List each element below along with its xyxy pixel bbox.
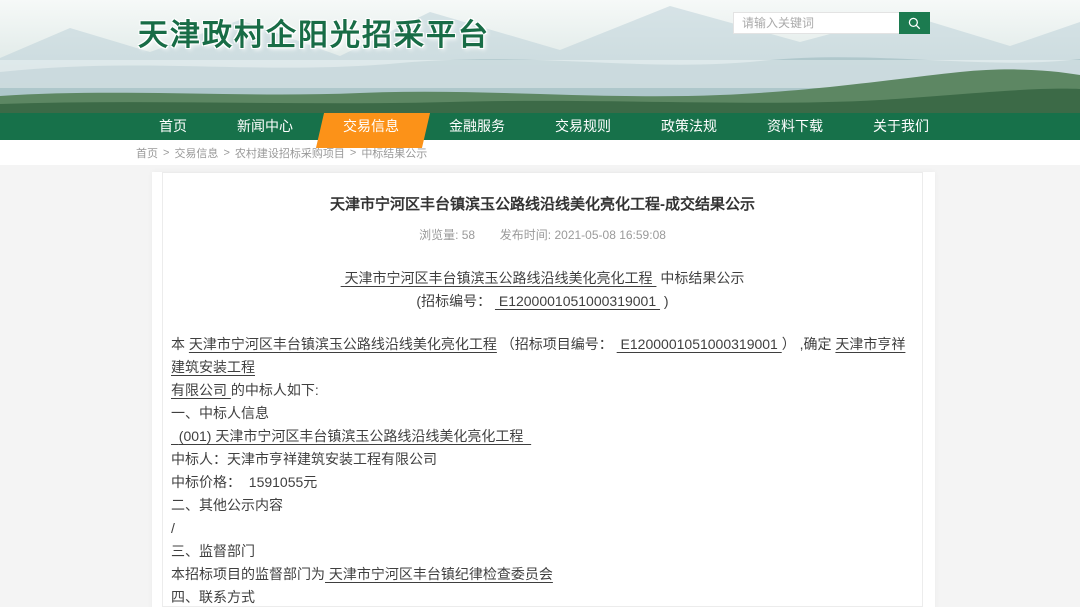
text: 二、其他公示内容 <box>171 497 283 513</box>
nav-item-label: 政策法规 <box>661 118 717 134</box>
underlined-text: E1200001051000319001 <box>617 336 782 352</box>
nav-item[interactable]: 首页 <box>134 113 212 140</box>
article-line: 天津市宁河区丰台镇滨玉公路线沿线美化亮化工程 中标结果公示 <box>171 267 914 290</box>
text: 中标价格： 1591055元 <box>171 474 317 490</box>
article-line: / <box>171 517 914 540</box>
breadcrumb-item[interactable]: 首页 <box>136 145 158 161</box>
nav-item[interactable]: 资料下载 <box>742 113 848 140</box>
text: 三、监督部门 <box>171 543 255 559</box>
breadcrumb-separator: > <box>350 147 356 159</box>
underlined-text: 天津市宁河区丰台镇滨玉公路线沿线美化亮化工程 <box>189 336 497 352</box>
main-area: 天津市宁河区丰台镇滨玉公路线沿线美化亮化工程-成交结果公示 浏览量: 58 发布… <box>0 172 1080 607</box>
underlined-text: E1200001051000319001 <box>495 293 660 309</box>
text: 一、中标人信息 <box>171 405 269 421</box>
article-line: 中标人：天津市亨祥建筑安装工程有限公司 <box>171 448 914 471</box>
underlined-text: 天津市宁河区丰台镇滨玉公路线沿线美化亮化工程 <box>341 270 657 286</box>
breadcrumb-separator: > <box>223 147 229 159</box>
article-meta: 浏览量: 58 发布时间: 2021-05-08 16:59:08 <box>171 226 914 243</box>
nav-item[interactable]: 交易信息 <box>318 113 424 144</box>
article: 天津市宁河区丰台镇滨玉公路线沿线美化亮化工程-成交结果公示 浏览量: 58 发布… <box>162 172 923 607</box>
nav-item[interactable]: 新闻中心 <box>212 113 318 140</box>
nav-item-label: 交易信息 <box>343 118 399 134</box>
text: (招标编号： <box>416 293 495 309</box>
search-bar <box>733 12 930 34</box>
publish-time: 2021-05-08 16:59:08 <box>554 228 665 242</box>
nav-item-label: 交易规则 <box>555 118 611 134</box>
search-icon <box>907 16 922 31</box>
nav-item[interactable]: 金融服务 <box>424 113 530 140</box>
underlined-text: (001) 天津市宁河区丰台镇滨玉公路线沿线美化亮化工程 <box>171 428 531 444</box>
breadcrumb: 首页>交易信息>农村建设招标采购项目>中标结果公示 <box>0 140 1080 165</box>
text: 中标结果公示 <box>656 270 744 286</box>
site-title: 天津政村企阳光招采平台 <box>138 10 490 54</box>
text: （招标项目编号： <box>497 336 617 352</box>
article-line: 三、监督部门 <box>171 540 914 563</box>
article-line: 四、联系方式 <box>171 586 914 607</box>
nav-item-label: 金融服务 <box>449 118 505 134</box>
search-input[interactable] <box>733 12 899 34</box>
nav-item-label: 资料下载 <box>767 118 823 134</box>
article-body: 天津市宁河区丰台镇滨玉公路线沿线美化亮化工程 中标结果公示(招标编号： E120… <box>171 267 914 607</box>
nav-menu: 首页 新闻中心 交易信息 金融服务 交易规则 政策法规 资料下载 关于我们 <box>0 113 1080 140</box>
content-card: 天津市宁河区丰台镇滨玉公路线沿线美化亮化工程-成交结果公示 浏览量: 58 发布… <box>152 172 935 607</box>
article-line: 本招标项目的监督部门为 天津市宁河区丰台镇纪律检查委员会 <box>171 563 914 586</box>
article-line: 二、其他公示内容 <box>171 494 914 517</box>
publish-label: 发布时间: <box>500 228 551 242</box>
text: 本招标项目的监督部门为 <box>171 566 325 582</box>
nav-item[interactable]: 政策法规 <box>636 113 742 140</box>
header-banner: 天津政村企阳光招采平台 <box>0 0 1080 113</box>
nav-item[interactable]: 关于我们 <box>848 113 954 140</box>
article-title: 天津市宁河区丰台镇滨玉公路线沿线美化亮化工程-成交结果公示 <box>171 193 914 214</box>
text: 的中标人如下: <box>231 382 319 398</box>
underlined-text: 天津市宁河区丰台镇纪律检查委员会 <box>325 566 553 582</box>
breadcrumb-separator: > <box>163 147 169 159</box>
views-label: 浏览量: <box>419 228 458 242</box>
underlined-text: 有限公司 <box>171 382 231 398</box>
breadcrumb-item[interactable]: 交易信息 <box>174 145 218 161</box>
nav-item-label: 新闻中心 <box>237 118 293 134</box>
text: 本 <box>171 336 189 352</box>
text: / <box>171 520 175 536</box>
article-line: 中标价格： 1591055元 <box>171 471 914 494</box>
nav-item-label: 关于我们 <box>873 118 929 134</box>
views-value: 58 <box>462 228 475 242</box>
main-nav: 首页 新闻中心 交易信息 金融服务 交易规则 政策法规 资料下载 关于我们 <box>0 113 1080 140</box>
search-button[interactable] <box>899 12 930 34</box>
article-line: 一、中标人信息 <box>171 402 914 425</box>
article-line: (001) 天津市宁河区丰台镇滨玉公路线沿线美化亮化工程 <box>171 425 914 448</box>
article-line: (招标编号： E1200001051000319001 ) <box>171 290 914 313</box>
text: 中标人：天津市亨祥建筑安装工程有限公司 <box>171 451 437 467</box>
nav-item[interactable]: 交易规则 <box>530 113 636 140</box>
article-line: 有限公司 的中标人如下: <box>171 379 914 402</box>
text: ） ,确定 <box>782 336 836 352</box>
text: 四、联系方式 <box>171 589 255 605</box>
text: ) <box>660 293 669 309</box>
nav-item-label: 首页 <box>159 118 187 134</box>
article-line: 本 天津市宁河区丰台镇滨玉公路线沿线美化亮化工程 （招标项目编号： E12000… <box>171 333 914 379</box>
